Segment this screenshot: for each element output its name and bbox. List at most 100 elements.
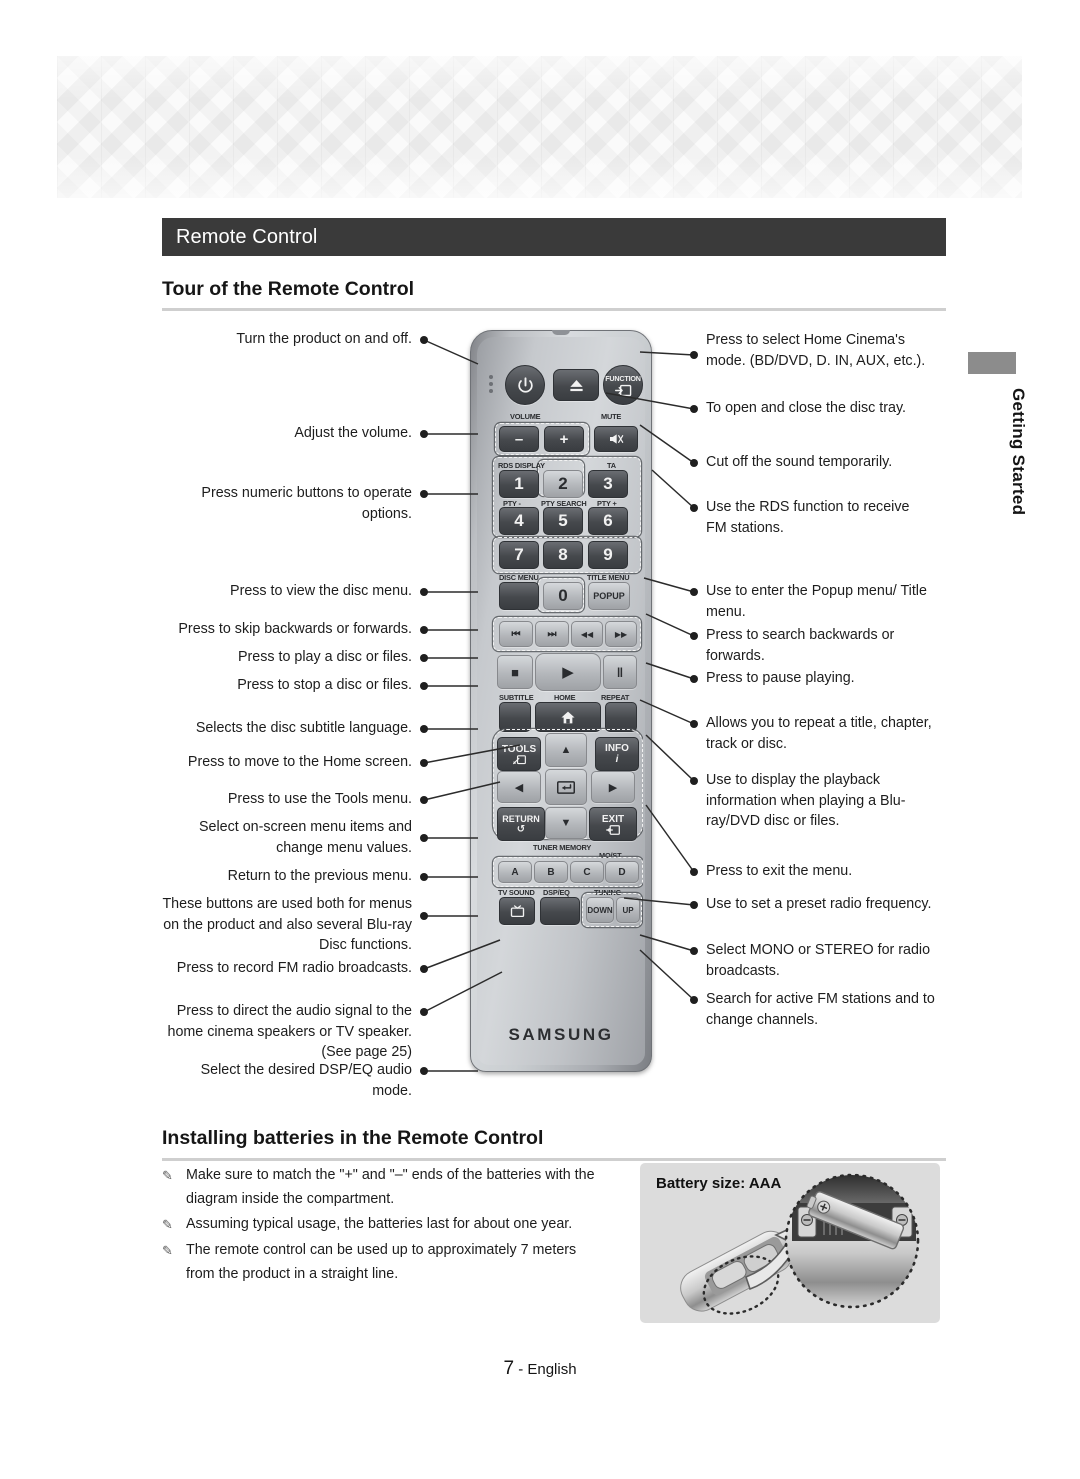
callout-volume: Adjust the volume. (294, 425, 412, 441)
callout-dpad: Select on-screen menu items and change m… (199, 819, 412, 856)
battery-note-1-text: Make sure to match the "+" and "–" ends … (186, 1167, 595, 1207)
callout-subtitle: Selects the disc subtitle language. (195, 720, 412, 736)
callout-abcd: These buttons are used both for menus on… (162, 896, 412, 953)
number-2-button[interactable]: 2 (543, 470, 583, 498)
dsp-eq-label: DSP/EQ (543, 888, 570, 897)
tuning-up-button[interactable]: UP (616, 897, 640, 923)
eject-button[interactable] (553, 369, 599, 401)
return-label: RETURN (502, 813, 540, 824)
skip-back-button[interactable]: ⏮ (499, 621, 533, 647)
side-tab-marker (968, 352, 1016, 374)
dpad-down-button[interactable]: ▼ (545, 807, 587, 839)
callout-home: Press to move to the Home screen. (187, 754, 412, 770)
footer-language: - English (518, 1361, 577, 1378)
callout-play: Press to play a disc or files. (237, 649, 412, 665)
mute-icon (610, 434, 624, 444)
number-7-button[interactable]: 7 (499, 541, 539, 569)
battery-note-1: ✎ Make sure to match the "+" and "–" end… (162, 1163, 616, 1211)
subtitle-label: SUBTITLE (499, 693, 534, 702)
exit-icon (606, 824, 620, 835)
dsp-eq-button[interactable] (540, 897, 580, 925)
number-6-button[interactable]: 6 (588, 507, 628, 535)
color-d-button[interactable]: D (605, 861, 639, 883)
battery-note-2-text: Assuming typical usage, the batteries la… (186, 1216, 573, 1232)
callout-dsp-eq: Select the desired DSP/EQ audio mode. (200, 1062, 412, 1099)
ir-indicator-dots (489, 375, 493, 396)
number-1-button[interactable]: 1 (499, 470, 539, 498)
note-bullet-icon: ✎ (162, 1243, 173, 1258)
callout-stop: Press to stop a disc or files. (237, 677, 412, 693)
number-5-button[interactable]: 5 (543, 507, 583, 535)
number-4-button[interactable]: 4 (499, 507, 539, 535)
home-icon (561, 711, 575, 723)
number-3-button[interactable]: 3 (588, 470, 628, 498)
volume-down-button[interactable]: – (499, 426, 539, 452)
tuner-memory-label: TUNER MEMORY (533, 843, 592, 852)
play-button[interactable]: ▶ (535, 653, 601, 691)
note-bullet-icon: ✎ (162, 1168, 173, 1183)
home-button[interactable] (535, 702, 601, 732)
callout-pause: Press to pause playing. (706, 670, 855, 686)
mute-label: MUTE (601, 412, 622, 421)
eject-icon (569, 379, 583, 391)
side-tab-label: Getting Started (1009, 388, 1028, 516)
color-b-button[interactable]: B (534, 861, 568, 883)
callout-return: Return to the previous menu. (227, 868, 412, 884)
enter-icon (557, 780, 575, 794)
dpad-up-button[interactable]: ▲ (545, 733, 587, 767)
footer-page-number: 7 (503, 1358, 515, 1379)
number-9-button[interactable]: 9 (588, 541, 628, 569)
tv-icon (510, 904, 524, 917)
exit-label: EXIT (601, 813, 625, 825)
remote-control-illustration: FUNCTION VOLUME MUTE – + RDS DISPLAY TA … (470, 330, 652, 1072)
section-rule-batteries (162, 1158, 946, 1161)
number-8-button[interactable]: 8 (543, 541, 583, 569)
callout-tuning: Search for active FM stations and to cha… (706, 991, 935, 1028)
repeat-button[interactable] (605, 702, 637, 732)
battery-note-2: ✎ Assuming typical usage, the batteries … (162, 1212, 626, 1236)
battery-note-3: ✎ The remote control can be used up to a… (162, 1238, 586, 1286)
search-back-button[interactable]: ◀◀ (571, 621, 603, 647)
callout-skip: Press to skip backwards or forwards. (178, 621, 412, 637)
callout-function: Press to select Home Cinema's mode. (BD/… (706, 332, 926, 369)
mute-button[interactable] (594, 426, 638, 452)
disc-menu-button[interactable] (499, 582, 539, 610)
dpad-enter-button[interactable] (545, 769, 587, 805)
brand-logo: SAMSUNG (508, 1025, 614, 1044)
power-button[interactable] (505, 365, 545, 405)
callout-mute: Cut off the sound temporarily. (706, 454, 893, 470)
dpad-left-button[interactable]: ◀ (497, 771, 541, 803)
color-c-button[interactable]: C (570, 861, 604, 883)
callout-numeric: Press numeric buttons to operate options… (201, 485, 412, 522)
page-title: Remote Control (176, 226, 318, 248)
remote-top-nub (552, 330, 570, 335)
search-forward-button[interactable]: ▶▶ (605, 621, 637, 647)
callout-rds: Use the RDS function to receive FM stati… (706, 499, 910, 536)
function-button[interactable]: FUNCTION (603, 365, 643, 405)
popup-button[interactable]: POPUP (588, 582, 630, 610)
return-button[interactable]: RETURN ↺ (497, 807, 545, 841)
volume-up-button[interactable]: + (544, 426, 584, 452)
callout-disc-menu: Press to view the disc menu. (230, 583, 412, 599)
volume-label: VOLUME (510, 412, 541, 421)
tv-sound-label: TV SOUND (498, 888, 535, 897)
number-0-button[interactable]: 0 (543, 582, 583, 610)
exit-button[interactable]: EXIT (589, 807, 637, 841)
callout-search: Press to search backwards or forwards. (706, 627, 895, 664)
tuning-down-button[interactable]: DOWN (586, 897, 614, 923)
callout-info: Use to display the playback information … (706, 772, 906, 829)
dpad-right-button[interactable]: ▶ (591, 771, 635, 803)
power-icon (517, 376, 533, 393)
pause-button[interactable]: ‖ (603, 655, 637, 689)
callout-tv-sound: Press to direct the audio signal to the … (167, 1003, 413, 1060)
skip-forward-button[interactable]: ⏭ (535, 621, 569, 647)
subtitle-button[interactable] (499, 702, 531, 732)
color-a-button[interactable]: A (498, 861, 532, 883)
stop-button[interactable]: ■ (497, 655, 533, 689)
manual-page: Remote Control Getting Started Tour of t… (0, 0, 1080, 1479)
tv-sound-button[interactable] (499, 897, 535, 925)
section-heading-tour: Tour of the Remote Control (162, 278, 415, 300)
page-footer: 7 - English (0, 1358, 1080, 1380)
header-decorative-band (57, 56, 1022, 198)
disc-menu-label: DISC MENU (499, 573, 539, 582)
